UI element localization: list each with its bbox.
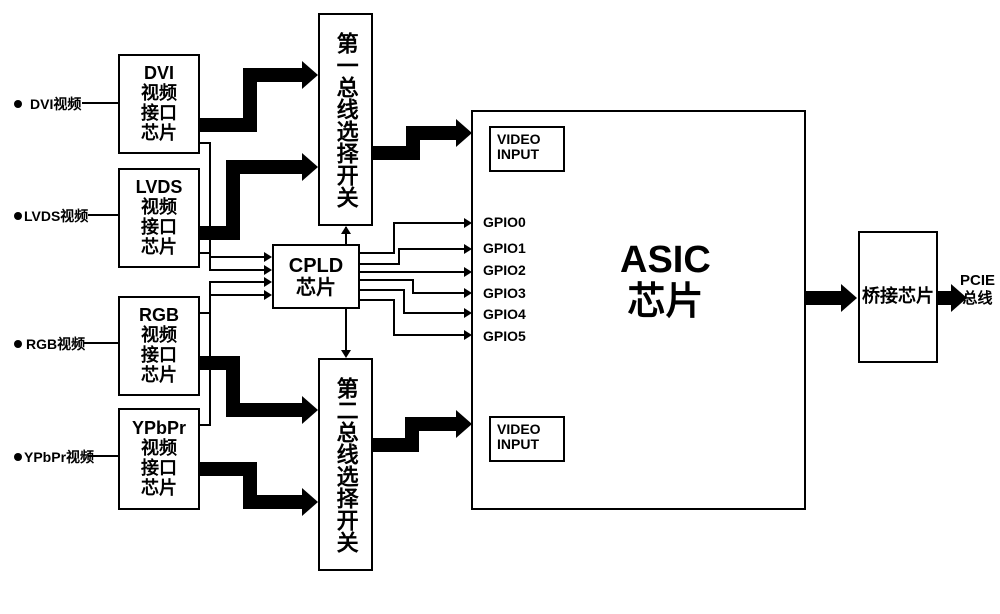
- switch1-block: 第一总线选择开关: [318, 13, 373, 226]
- gpio3-label: GPIO3: [483, 285, 526, 301]
- asic-title: ASIC 芯片: [620, 240, 711, 324]
- cpld-block: CPLD 芯片: [272, 244, 360, 309]
- ypbpr-chip-block: YPbPr 视频 接口 芯片: [118, 408, 200, 510]
- gpio1-label: GPIO1: [483, 240, 526, 256]
- video-input-top-label: VIDEO INPUT: [497, 132, 541, 163]
- dvi-chip-block: DVI 视频 接口 芯片: [118, 54, 200, 154]
- gpio4-label: GPIO4: [483, 306, 526, 322]
- rgb-chip-block: RGB 视频 接口 芯片: [118, 296, 200, 396]
- rgb-input-label: RGB视频: [26, 334, 85, 354]
- lvds-chip-block: LVDS 视频 接口 芯片: [118, 168, 200, 268]
- dvi-input-label: DVI视频: [30, 94, 81, 114]
- gpio5-label: GPIO5: [483, 328, 526, 344]
- bridge-chip-block: 桥接芯片: [858, 231, 938, 363]
- lvds-input-label: LVDS视频: [24, 206, 88, 226]
- gpio2-label: GPIO2: [483, 262, 526, 278]
- ypbpr-input-label: YPbPr视频: [24, 447, 94, 467]
- gpio0-label: GPIO0: [483, 214, 526, 230]
- switch2-block: 第二总线选择开关: [318, 358, 373, 571]
- video-input-bottom-label: VIDEO INPUT: [497, 422, 541, 453]
